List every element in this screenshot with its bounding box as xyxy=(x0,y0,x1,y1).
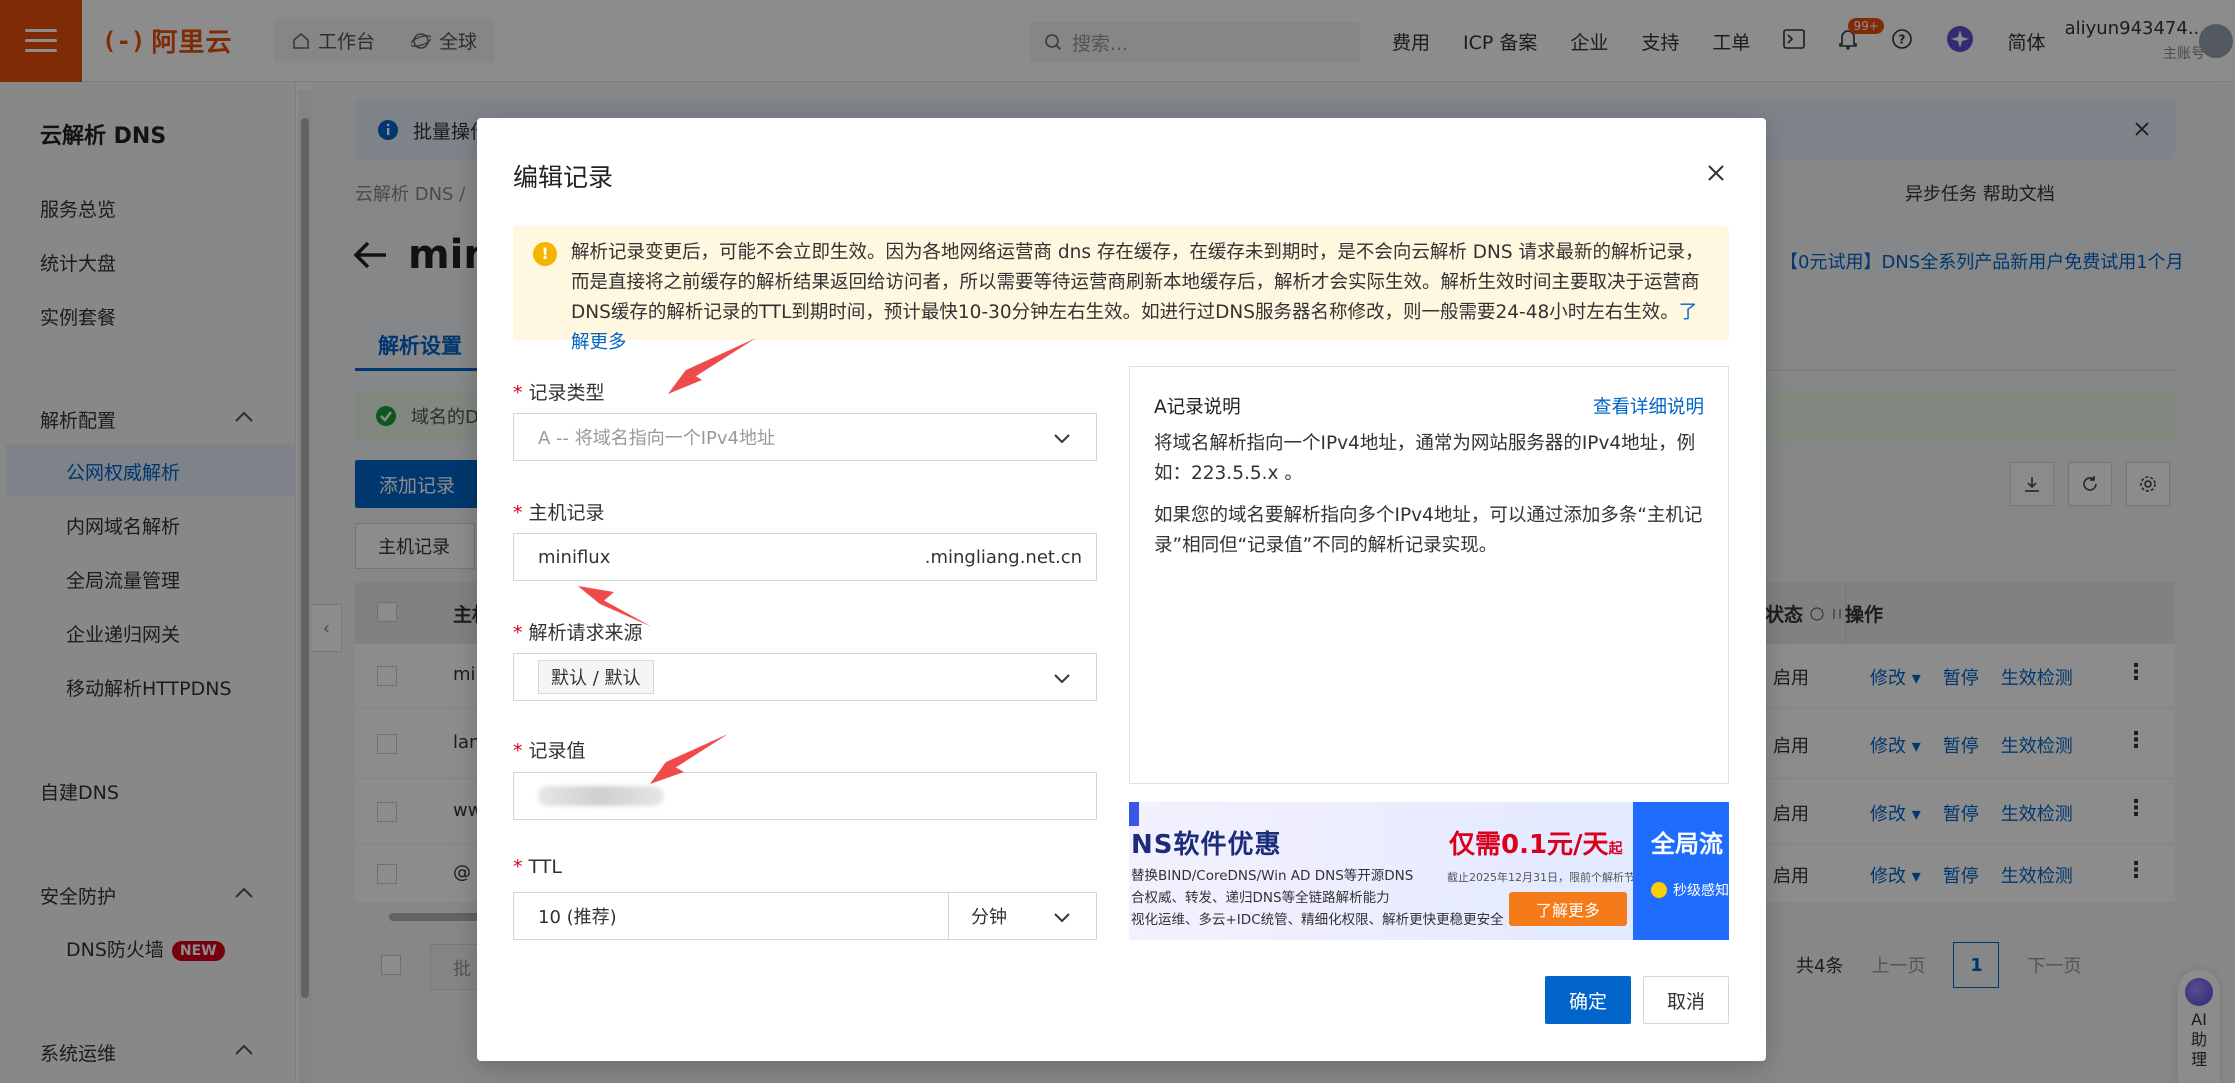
ttl-value: 10 (推荐) xyxy=(538,907,617,928)
promo-banner[interactable]: NS软件优惠 替换BIND/CoreDNS/Win AD DNS等开源DNS 合… xyxy=(1129,802,1729,940)
promo-side-title: 全局流 xyxy=(1651,830,1723,858)
source-label: * 解析请求来源 xyxy=(513,622,643,644)
desc-title: A记录说明 xyxy=(1154,397,1241,418)
ttl-unit-select[interactable]: 分钟 xyxy=(948,892,1097,940)
warning-icon: ! xyxy=(533,242,557,266)
warning-text: 解析记录变更后，可能不会立即生效。因为各地网络运营商 dns 存在缓存，在缓存未… xyxy=(571,242,1704,323)
host-record-label-text: 主机记录 xyxy=(528,502,605,524)
promo-side-panel: 全局流 秒级感知 xyxy=(1633,802,1729,940)
ttl-unit: 分钟 xyxy=(971,907,1007,928)
promo-side-sub: 秒级感知 xyxy=(1651,880,1729,900)
promo-line: 替换BIND/CoreDNS/Win AD DNS等开源DNS xyxy=(1131,868,1414,884)
cancel-button[interactable]: 取消 xyxy=(1643,976,1729,1024)
record-type-select[interactable]: A -- 将域名指向一个IPv4地址 xyxy=(513,413,1097,461)
record-type-label-text: 记录类型 xyxy=(528,382,605,404)
edit-record-dialog: 编辑记录 ! 解析记录变更后，可能不会立即生效。因为各地网络运营商 dns 存在… xyxy=(477,118,1766,1061)
chevron-down-icon xyxy=(1054,674,1070,684)
promo-note: 截止2025年12月31日，限前个解析节点 xyxy=(1447,871,1646,884)
desc-paragraph-1: 将域名解析指向一个IPv4地址，通常为网站服务器的IPv4地址，例如：223.5… xyxy=(1154,433,1696,484)
host-record-label: * 主机记录 xyxy=(513,502,605,524)
promo-line: 合权威、转发、递归DNS等全链路解析能力 xyxy=(1131,890,1390,906)
confirm-button[interactable]: 确定 xyxy=(1545,976,1631,1024)
promo-accent xyxy=(1129,802,1139,826)
record-value-input[interactable] xyxy=(513,772,1097,820)
record-type-label: * 记录类型 xyxy=(513,382,605,404)
promo-side-sub-text: 秒级感知 xyxy=(1673,883,1729,899)
promo-learn-more-button[interactable]: 了解更多 xyxy=(1509,892,1627,926)
chevron-down-icon xyxy=(1054,913,1070,923)
record-description-card: A记录说明 查看详细说明 将域名解析指向一个IPv4地址，通常为网站服务器的IP… xyxy=(1129,366,1729,784)
promo-heading: NS软件优惠 xyxy=(1131,830,1282,860)
record-value-label: * 记录值 xyxy=(513,740,586,762)
dialog-title: 编辑记录 xyxy=(513,163,614,192)
warning-alert: ! 解析记录变更后，可能不会立即生效。因为各地网络运营商 dns 存在缓存，在缓… xyxy=(513,226,1729,353)
promo-line: 视化运维、多云+IDC统管、精细化权限、解析更快更稳更安全 xyxy=(1131,912,1504,928)
promo-price-suffix: 起 xyxy=(1608,841,1623,857)
source-label-text: 解析请求来源 xyxy=(528,622,643,644)
promo-price-text: 仅需0.1元/天 xyxy=(1449,830,1609,860)
chevron-down-icon xyxy=(1054,434,1070,444)
domain-suffix: .mingliang.net.cn xyxy=(924,547,1082,568)
ttl-label-text: TTL xyxy=(528,856,562,878)
ttl-label: * TTL xyxy=(513,856,562,878)
promo-price: 仅需0.1元/天起 xyxy=(1449,824,1623,861)
close-icon[interactable] xyxy=(1703,160,1729,186)
record-value-label-text: 记录值 xyxy=(528,740,586,762)
ttl-select[interactable]: 10 (推荐) xyxy=(513,892,949,940)
host-record-input[interactable]: miniflux .mingliang.net.cn xyxy=(513,533,1097,581)
check-circle-icon xyxy=(1651,882,1667,898)
source-select[interactable]: 默认 / 默认 xyxy=(513,653,1097,701)
host-record-value: miniflux xyxy=(538,546,611,568)
desc-detail-link[interactable]: 查看详细说明 xyxy=(1593,393,1704,419)
source-value: 默认 / 默认 xyxy=(538,660,654,694)
desc-paragraph-2: 如果您的域名要解析指向多个IPv4地址，可以通过添加多条“主机记录”相同但“记录… xyxy=(1154,505,1703,556)
record-type-value: A -- 将域名指向一个IPv4地址 xyxy=(538,428,776,449)
redacted-value xyxy=(538,786,664,806)
